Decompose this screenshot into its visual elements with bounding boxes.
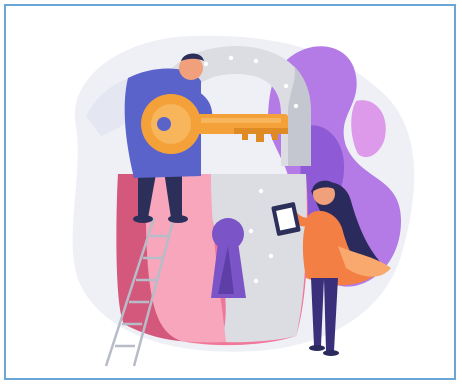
illustration-frame [4, 4, 456, 380]
unlocked-padlock-with-key-icon [72, 35, 415, 367]
